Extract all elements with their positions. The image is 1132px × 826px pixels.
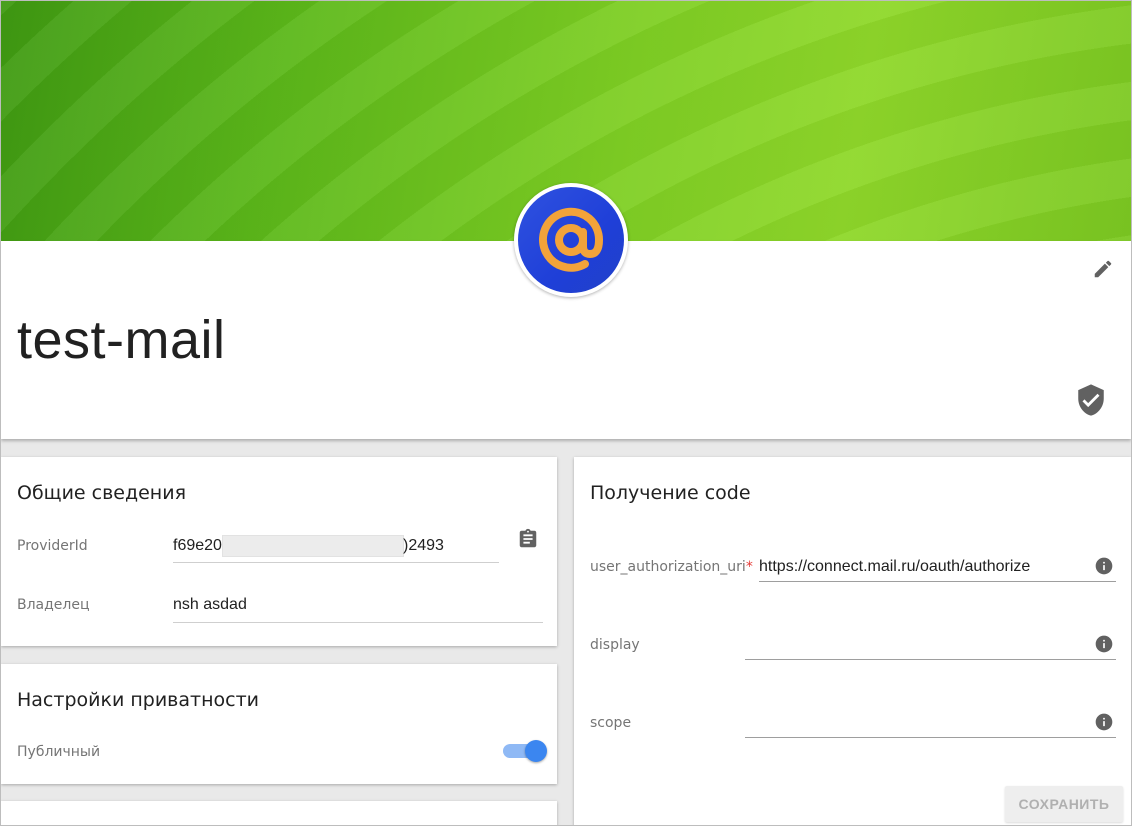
save-button[interactable]: СОХРАНИТЬ — [1005, 786, 1123, 822]
privacy-settings-card: Настройки приватности Публичный — [1, 664, 557, 784]
scope-underline — [745, 737, 1116, 738]
display-label: display — [590, 637, 640, 653]
code-settings-card: Получение code user_authorization_uri* h… — [574, 457, 1131, 825]
public-label: Публичный — [17, 744, 101, 760]
clipboard-icon[interactable] — [517, 528, 539, 550]
auth-uri-underline — [759, 581, 1116, 582]
provider-id-value-end: )2493 — [403, 537, 444, 554]
next-card — [1, 801, 557, 825]
display-underline — [745, 659, 1116, 660]
at-sign-logo-icon — [518, 187, 624, 293]
code-heading: Получение code — [590, 482, 751, 504]
required-mark: * — [745, 559, 753, 575]
owner-value: nsh asdad — [173, 596, 247, 613]
scope-label: scope — [590, 715, 632, 731]
page-title: test-mail — [17, 310, 226, 370]
pencil-icon[interactable] — [1092, 258, 1114, 280]
auth-uri-label: user_authorization_uri* — [590, 559, 753, 575]
shield-check-icon — [1074, 383, 1108, 417]
display-input[interactable] — [745, 635, 1085, 657]
general-info-card: Общие сведения ProviderId f69e20 )2493 В… — [1, 457, 557, 646]
info-icon[interactable] — [1094, 556, 1114, 576]
public-toggle[interactable] — [501, 740, 547, 762]
info-icon[interactable] — [1094, 634, 1114, 654]
info-icon[interactable] — [1094, 712, 1114, 732]
provider-id-label: ProviderId — [17, 538, 88, 554]
provider-id-underline — [173, 562, 499, 563]
avatar — [514, 183, 628, 297]
provider-id-value-start: f69e20 — [173, 537, 222, 554]
redacted-block — [222, 535, 404, 557]
auth-uri-input[interactable]: https://connect.mail.ru/oauth/authorize — [759, 558, 1030, 576]
owner-label: Владелец — [17, 597, 90, 613]
scope-input[interactable] — [745, 713, 1085, 735]
owner-underline — [173, 622, 543, 623]
auth-uri-label-text: user_authorization_uri — [590, 559, 746, 575]
general-info-heading: Общие сведения — [17, 482, 187, 504]
privacy-heading: Настройки приватности — [17, 689, 259, 711]
toggle-knob — [525, 740, 547, 762]
app-frame: test-mail Общие сведения ProviderId f69e… — [0, 0, 1132, 826]
